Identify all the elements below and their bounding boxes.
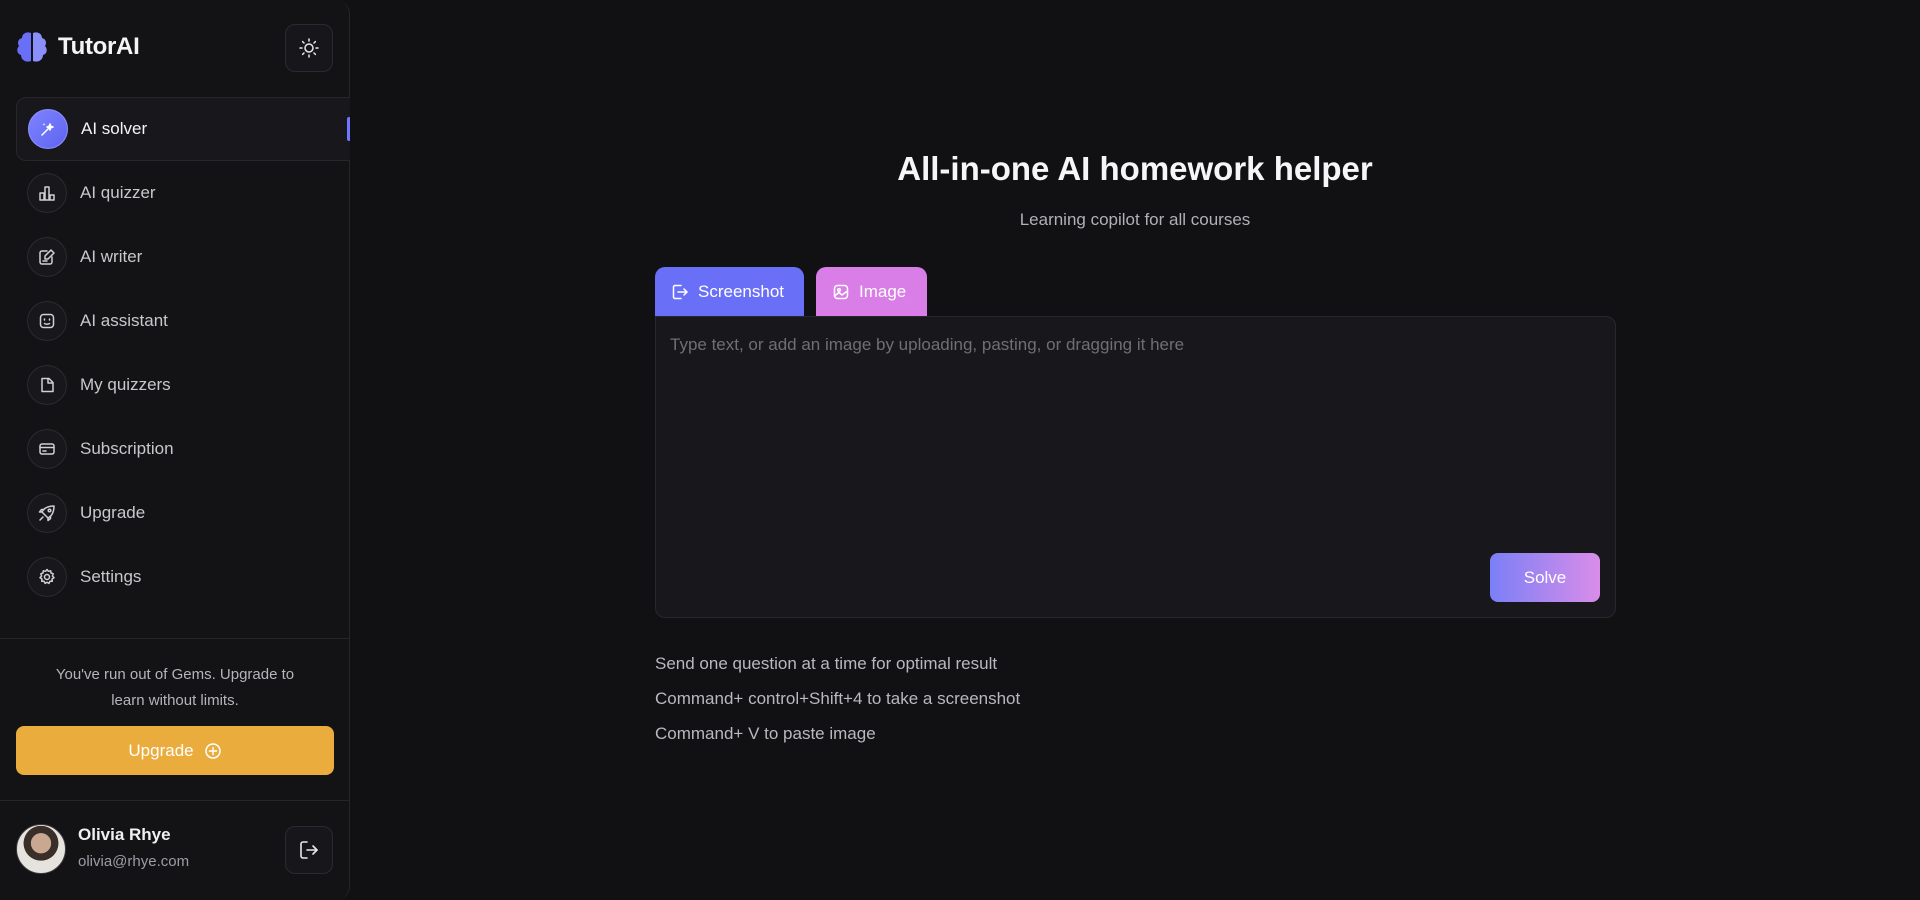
- theme-toggle-button[interactable]: [285, 24, 333, 72]
- sidebar-item-ai-assistant[interactable]: AI assistant: [16, 289, 350, 353]
- logout-button[interactable]: [285, 826, 333, 874]
- tip-item: Command+ control+Shift+4 to take a scree…: [655, 689, 1021, 708]
- sidebar: TutorAI AI solver AI quizzer AI writer A…: [0, 0, 350, 900]
- sidebar-divider: [0, 638, 350, 639]
- brain-logo-icon: [17, 32, 47, 62]
- robot-face-icon: [27, 301, 67, 341]
- tip-item: Command+ V to paste image: [655, 724, 876, 743]
- sidebar-item-subscription[interactable]: Subscription: [16, 417, 350, 481]
- sidebar-item-label: AI solver: [81, 119, 148, 138]
- app-name: TutorAI: [58, 33, 140, 60]
- page-subtitle: Learning copilot for all courses: [1019, 210, 1251, 229]
- tab-label: Image: [859, 282, 907, 301]
- rocket-icon: [27, 493, 67, 533]
- tab-image[interactable]: Image: [816, 267, 927, 317]
- sidebar-item-label: AI quizzer: [80, 183, 156, 202]
- sidebar-nav: AI solver AI quizzer AI writer AI assist…: [16, 97, 350, 609]
- sun-icon: [299, 38, 319, 58]
- avatar[interactable]: [16, 824, 66, 874]
- sidebar-item-label: Subscription: [80, 439, 174, 458]
- sidebar-item-my-quizzers[interactable]: My quizzers: [16, 353, 350, 417]
- sidebar-item-upgrade[interactable]: Upgrade: [16, 481, 350, 545]
- tips-list: Send one question at a time for optimal …: [655, 653, 1020, 758]
- magic-wand-icon: [28, 109, 68, 149]
- screenshot-icon: [672, 284, 688, 300]
- tip-item: Send one question at a time for optimal …: [655, 654, 998, 673]
- bar-chart-icon: [27, 173, 67, 213]
- upgrade-button[interactable]: Upgrade: [16, 726, 334, 775]
- user-name: Olivia Rhye: [78, 825, 171, 844]
- sidebar-item-label: Settings: [80, 567, 142, 586]
- gear-icon: [27, 557, 67, 597]
- solve-button-label: Solve: [1523, 567, 1567, 587]
- user-email: olivia@rhye.com: [78, 853, 190, 870]
- page-title: All-in-one AI homework helper: [897, 150, 1373, 187]
- sidebar-divider: [0, 800, 350, 801]
- solve-button[interactable]: Solve: [1490, 553, 1600, 602]
- sidebar-item-settings[interactable]: Settings: [16, 545, 350, 609]
- image-icon: [833, 284, 849, 300]
- sidebar-item-label: My quizzers: [80, 375, 171, 394]
- edit-note-icon: [27, 237, 67, 277]
- credit-card-icon: [27, 429, 67, 469]
- sidebar-item-ai-solver[interactable]: AI solver: [16, 97, 350, 161]
- document-icon: [27, 365, 67, 405]
- question-input[interactable]: [670, 335, 1600, 535]
- sidebar-item-ai-writer[interactable]: AI writer: [16, 225, 350, 289]
- sidebar-item-label: Upgrade: [80, 503, 146, 522]
- tab-label: Screenshot: [698, 282, 784, 301]
- sidebar-item-ai-quizzer[interactable]: AI quizzer: [16, 161, 350, 225]
- upgrade-button-label: Upgrade: [128, 740, 194, 760]
- brand[interactable]: TutorAI: [16, 30, 140, 64]
- plus-circle-icon: [204, 742, 221, 759]
- sidebar-item-label: AI writer: [80, 247, 143, 266]
- question-input-box: Solve: [655, 316, 1616, 618]
- logout-icon: [300, 841, 318, 859]
- tab-screenshot[interactable]: Screenshot: [655, 267, 804, 317]
- gems-message: You've run out of Gems. Upgrade to learn…: [55, 666, 295, 709]
- sidebar-item-label: AI assistant: [80, 311, 168, 330]
